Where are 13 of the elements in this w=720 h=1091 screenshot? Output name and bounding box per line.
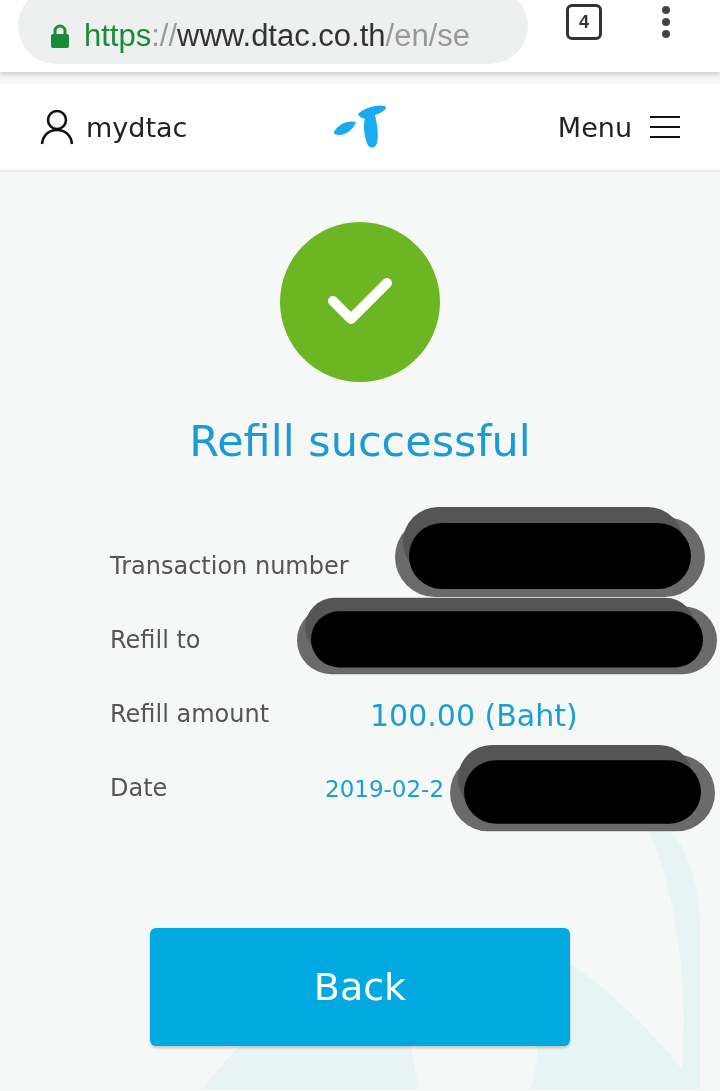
- menu-icon[interactable]: [650, 115, 680, 139]
- menu-button[interactable]: Menu: [557, 111, 632, 143]
- detail-value: 2019-02-2: [325, 776, 445, 802]
- detail-label: Transaction number: [110, 551, 349, 583]
- more-menu-icon[interactable]: [662, 6, 670, 38]
- user-icon[interactable]: [40, 109, 74, 145]
- account-link[interactable]: mydtac: [86, 111, 188, 143]
- result-title: Refill successful: [189, 416, 531, 466]
- detail-label: Refill to: [110, 625, 202, 657]
- tab-count-button[interactable]: 4: [566, 4, 602, 40]
- detail-label: Date: [110, 773, 169, 805]
- detail-label: Refill amount: [110, 699, 271, 731]
- detail-value: 100.00 (Baht): [370, 696, 578, 735]
